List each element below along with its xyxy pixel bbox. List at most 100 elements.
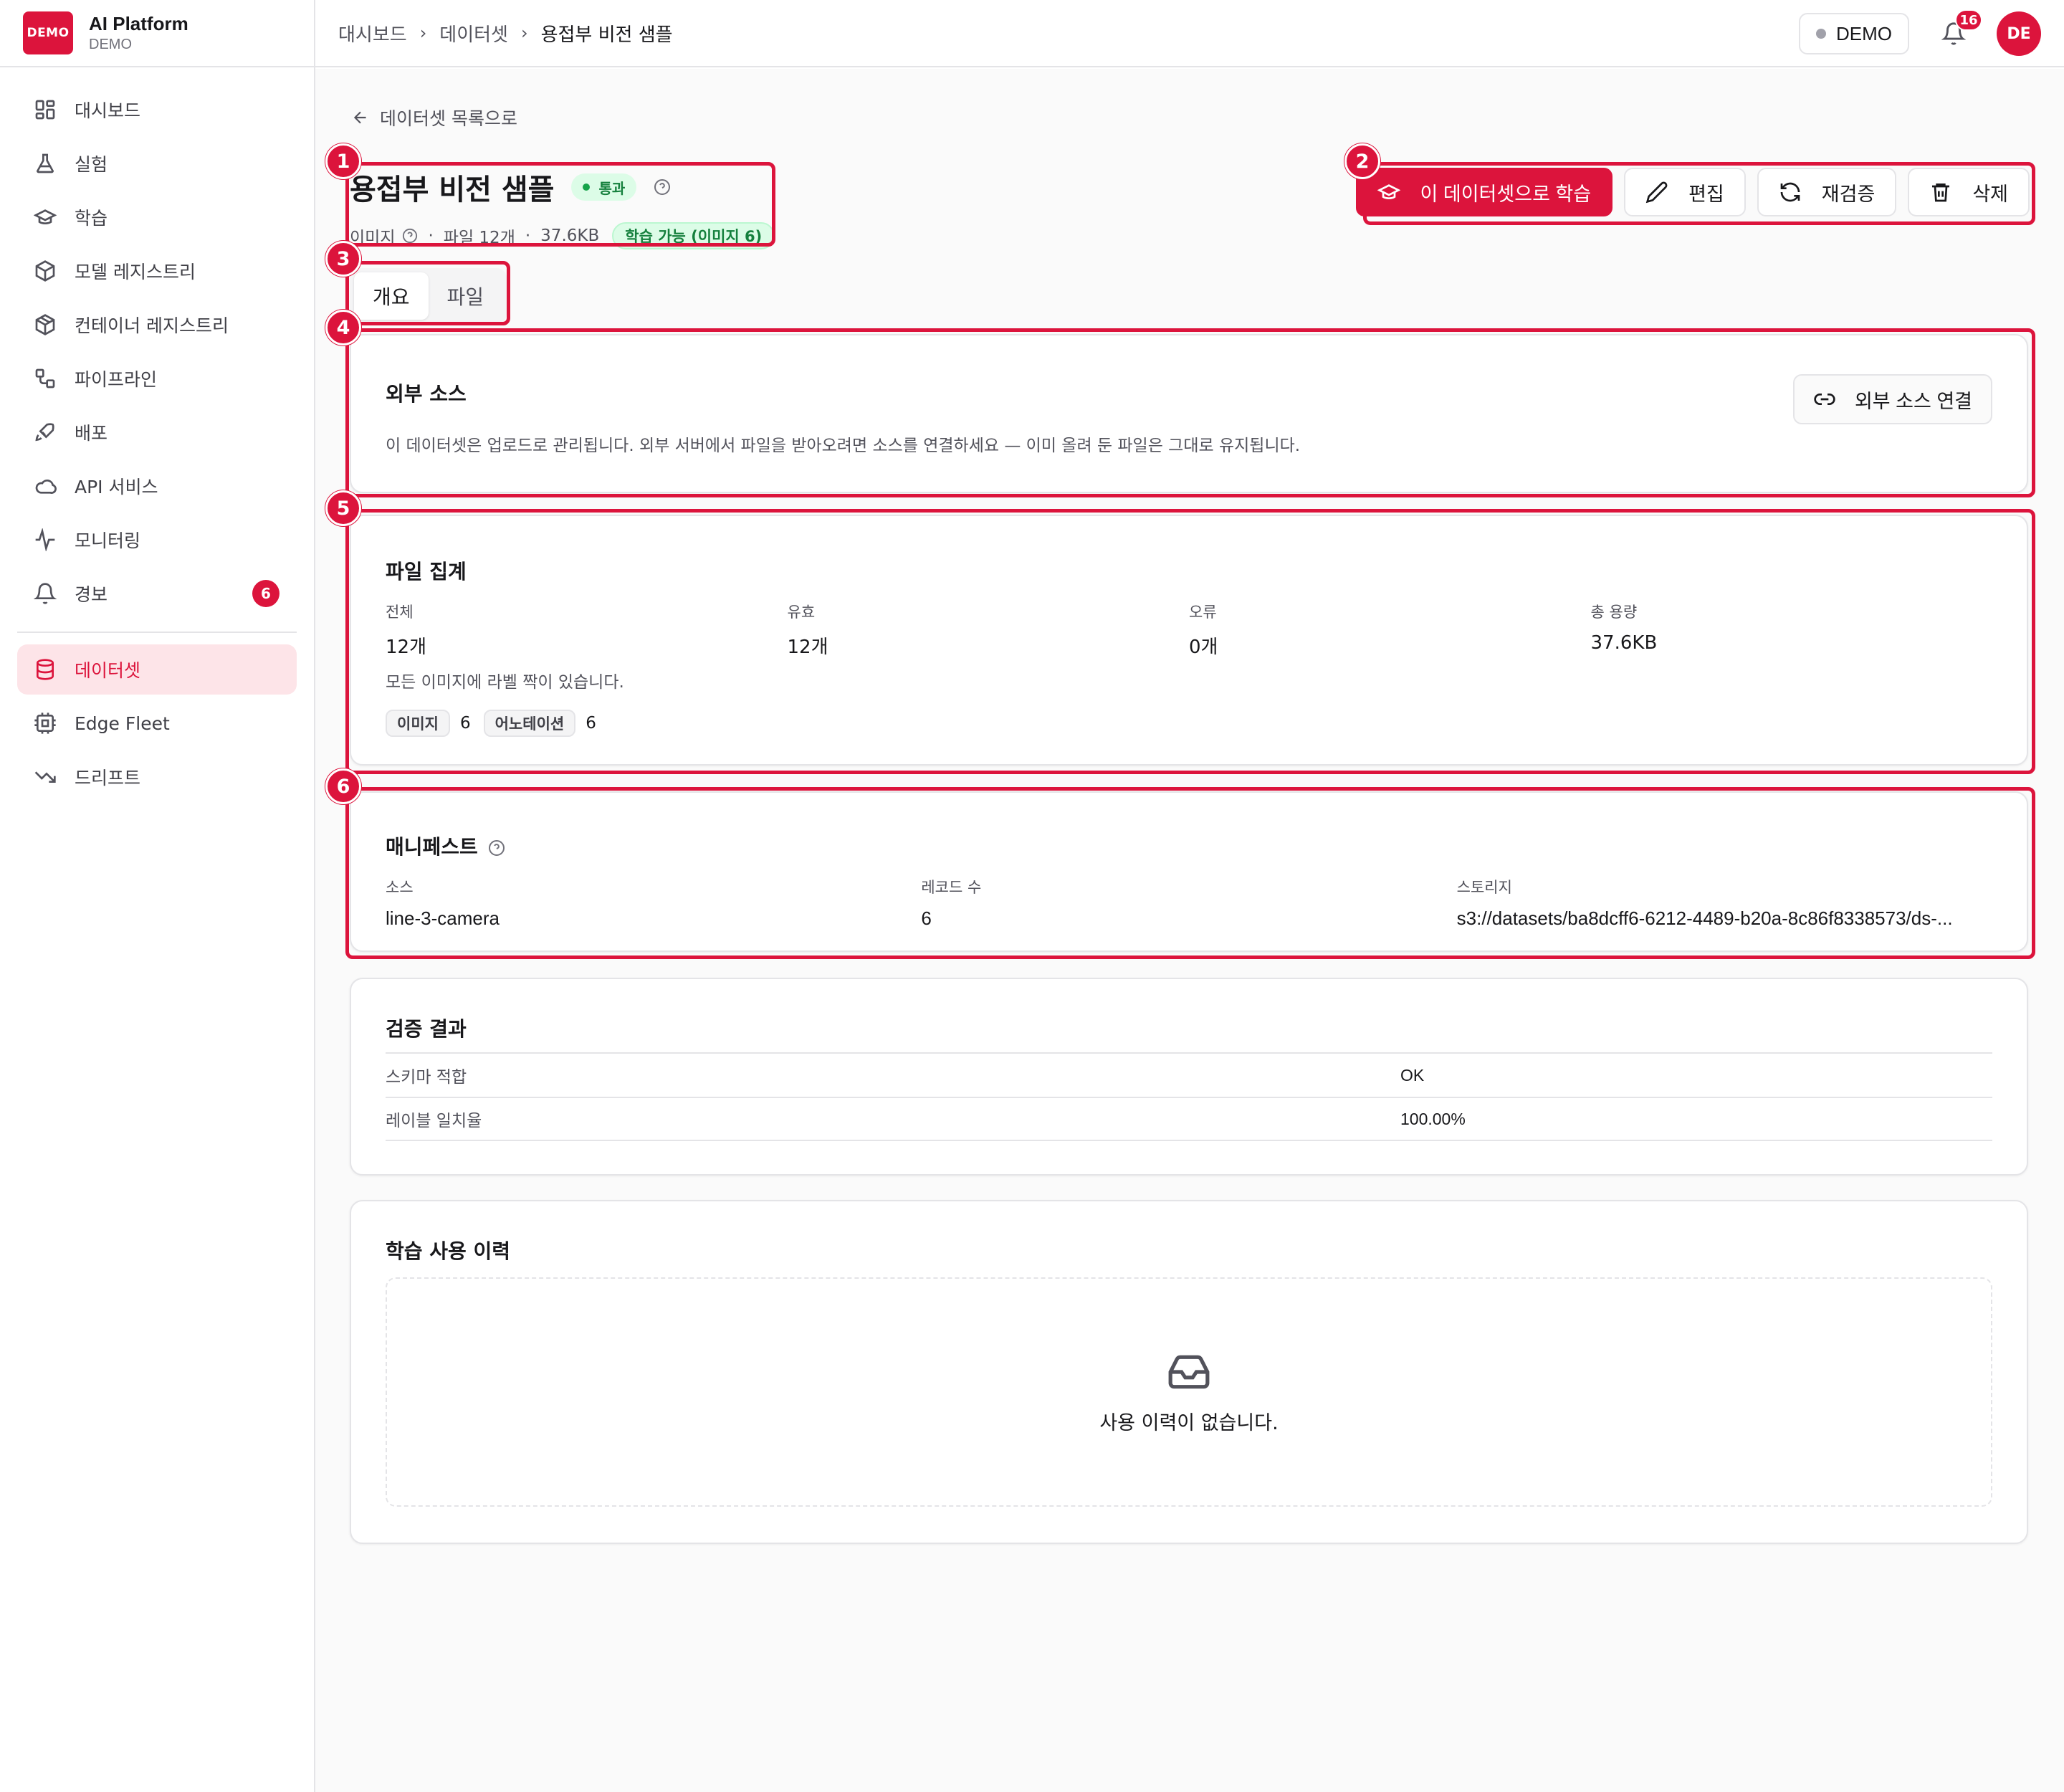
workflow-icon <box>33 366 57 391</box>
row-label: 레이블 일치율 <box>386 1112 482 1130</box>
sidebar-item-dashboard[interactable]: 대시보드 <box>17 85 297 135</box>
field-label: 레코드 수 <box>921 879 982 896</box>
brand-logo: DEMO <box>23 11 73 54</box>
sidebar-item-alerts[interactable]: 경보 6 <box>17 568 297 619</box>
help-icon[interactable] <box>654 178 671 196</box>
sidebar-item-api-service[interactable]: API 서비스 <box>17 461 297 511</box>
breadcrumb-datasets[interactable]: 데이터셋 <box>439 20 508 47</box>
graduation-cap-icon <box>1377 184 1400 199</box>
top-header: 대시보드 › 데이터셋 › 용접부 비전 샘플 DEMO 16 DE <box>315 0 2064 67</box>
sidebar-item-monitoring[interactable]: 모니터링 <box>17 515 297 565</box>
sidebar-item-label: Edge Fleet <box>75 712 170 734</box>
alerts-count-badge: 6 <box>252 580 280 607</box>
sidebar-nav: 대시보드 실험 학습 모델 레지스트리 컨테이너 레지스트리 파이프라인 배포 <box>0 67 314 802</box>
file-type-chips: 이미지 6 어노테이션 6 <box>386 710 609 737</box>
main-content: 데이터셋 목록으로 용접부 비전 샘플 통과 이미지 · 파일 12개 · 37… <box>315 69 2064 1792</box>
chevron-right-icon: › <box>520 23 528 43</box>
dataset-actions: 이 데이터셋으로 학습 편집 재검증 삭제 <box>1355 168 2030 216</box>
dashboard-icon <box>33 97 57 122</box>
sidebar-item-edge-fleet[interactable]: Edge Fleet <box>17 698 297 748</box>
field-label: 소스 <box>386 879 414 896</box>
sidebar-item-model-registry[interactable]: 모델 레지스트리 <box>17 246 297 296</box>
cube-icon <box>33 259 57 283</box>
sidebar-item-drift[interactable]: 드리프트 <box>17 752 297 802</box>
sidebar-item-label: 배포 <box>75 423 108 444</box>
dataset-tabs: 개요 파일 <box>350 268 507 324</box>
training-history-card: 학습 사용 이력 사용 이력이 없습니다. <box>350 1200 2028 1544</box>
sidebar-item-label: 대시보드 <box>75 100 141 121</box>
annotation-marker-1: 1 <box>325 143 361 179</box>
table-row: 스키마 적합 OK <box>386 1052 1992 1097</box>
stat-value: 0개 <box>1189 637 1218 658</box>
chip-images: 이미지 <box>386 710 450 737</box>
graduation-cap-icon <box>33 205 57 229</box>
chip-images-count: 6 <box>459 714 471 733</box>
activity-icon <box>33 528 57 552</box>
meta-separator: · <box>525 227 531 245</box>
sidebar-item-pipelines[interactable]: 파이프라인 <box>17 353 297 404</box>
package-icon <box>33 313 57 337</box>
empty-state: 사용 이력이 없습니다. <box>386 1277 1992 1507</box>
back-to-datasets-link[interactable]: 데이터셋 목록으로 <box>351 105 517 130</box>
pencil-icon <box>1645 181 1668 204</box>
sidebar-item-training[interactable]: 학습 <box>17 192 297 242</box>
sidebar-item-experiments[interactable]: 실험 <box>17 138 297 189</box>
chip-annotations-count: 6 <box>586 714 596 733</box>
manifest-fields: 소스 line-3-camera 레코드 수 6 스토리지 s3://datas… <box>386 876 1992 930</box>
notification-count-badge: 16 <box>1955 9 1982 31</box>
annotation-marker-3: 3 <box>325 241 361 277</box>
link-icon <box>1814 394 1835 405</box>
field-value: 6 <box>921 907 932 929</box>
breadcrumb-dashboard[interactable]: 대시보드 <box>338 20 407 47</box>
file-stats: 전체 12개 유효 12개 오류 0개 총 용량 37.6KB <box>386 601 1992 659</box>
stat-value: 37.6KB <box>1590 632 1658 654</box>
annotation-marker-2: 2 <box>1344 143 1380 179</box>
page-title: 용접부 비전 샘플 <box>350 173 555 206</box>
sidebar-item-label: 경보 <box>75 584 108 605</box>
help-icon[interactable] <box>488 839 505 857</box>
edit-button[interactable]: 편집 <box>1624 168 1746 216</box>
database-icon <box>33 657 57 682</box>
row-label: 스키마 적합 <box>386 1068 467 1087</box>
trend-down-icon <box>33 765 57 789</box>
sidebar-item-label: 실험 <box>75 154 108 175</box>
sidebar-item-datasets[interactable]: 데이터셋 <box>17 644 297 695</box>
connect-button-label: 외부 소스 연결 <box>1854 390 1972 412</box>
train-with-dataset-button[interactable]: 이 데이터셋으로 학습 <box>1355 168 1613 216</box>
empty-state-text: 사용 이력이 없습니다. <box>1099 1411 1279 1434</box>
validation-table: 스키마 적합 OK 레이블 일치율 100.00% <box>386 1052 1992 1141</box>
trainable-badge: 학습 가능 (이미지 6) <box>612 222 775 249</box>
status-badge: 통과 <box>571 173 637 201</box>
dataset-meta: 이미지 · 파일 12개 · 37.6KB 학습 가능 (이미지 6) <box>350 222 775 249</box>
table-row: 레이블 일치율 100.00% <box>386 1097 1992 1141</box>
dataset-file-count: 파일 12개 <box>443 229 515 247</box>
stat-label: 오류 <box>1189 604 1217 621</box>
tab-overview[interactable]: 개요 <box>354 272 429 320</box>
environment-switcher[interactable]: DEMO <box>1799 13 1909 54</box>
notifications-button[interactable]: 16 <box>1939 9 1982 48</box>
training-history-title: 학습 사용 이력 <box>386 1239 511 1263</box>
manifest-storage: 스토리지 s3://datasets/ba8dcff6-6212-4489-b2… <box>1457 876 1992 930</box>
sidebar-item-label: 학습 <box>75 208 108 229</box>
sidebar-item-container-registry[interactable]: 컨테이너 레지스트리 <box>17 300 297 350</box>
connect-external-source-button[interactable]: 외부 소스 연결 <box>1792 374 1992 424</box>
brand[interactable]: DEMO AI Platform DEMO <box>0 0 314 67</box>
validation-card: 검증 결과 스키마 적합 OK 레이블 일치율 100.00% <box>350 978 2028 1176</box>
user-avatar[interactable]: DE <box>1997 11 2041 56</box>
delete-button[interactable]: 삭제 <box>1908 168 2030 216</box>
sidebar-item-label: 모니터링 <box>75 530 141 551</box>
stat-value: 12개 <box>787 637 828 658</box>
stat-total: 전체 12개 <box>386 601 788 659</box>
revalidate-button-label: 재검증 <box>1821 183 1876 205</box>
tab-files[interactable]: 파일 <box>429 272 503 320</box>
edit-button-label: 편집 <box>1688 183 1724 205</box>
stat-valid: 유효 12개 <box>788 601 1190 659</box>
sidebar-item-label: 컨테이너 레지스트리 <box>75 315 229 336</box>
field-label: 스토리지 <box>1456 879 1512 896</box>
sidebar-item-deploy[interactable]: 배포 <box>17 407 297 457</box>
help-icon[interactable] <box>402 228 418 244</box>
edge-device-icon <box>33 711 57 735</box>
dataset-type: 이미지 <box>350 229 396 247</box>
revalidate-button[interactable]: 재검증 <box>1757 168 1897 216</box>
validation-title: 검증 결과 <box>386 1017 467 1041</box>
